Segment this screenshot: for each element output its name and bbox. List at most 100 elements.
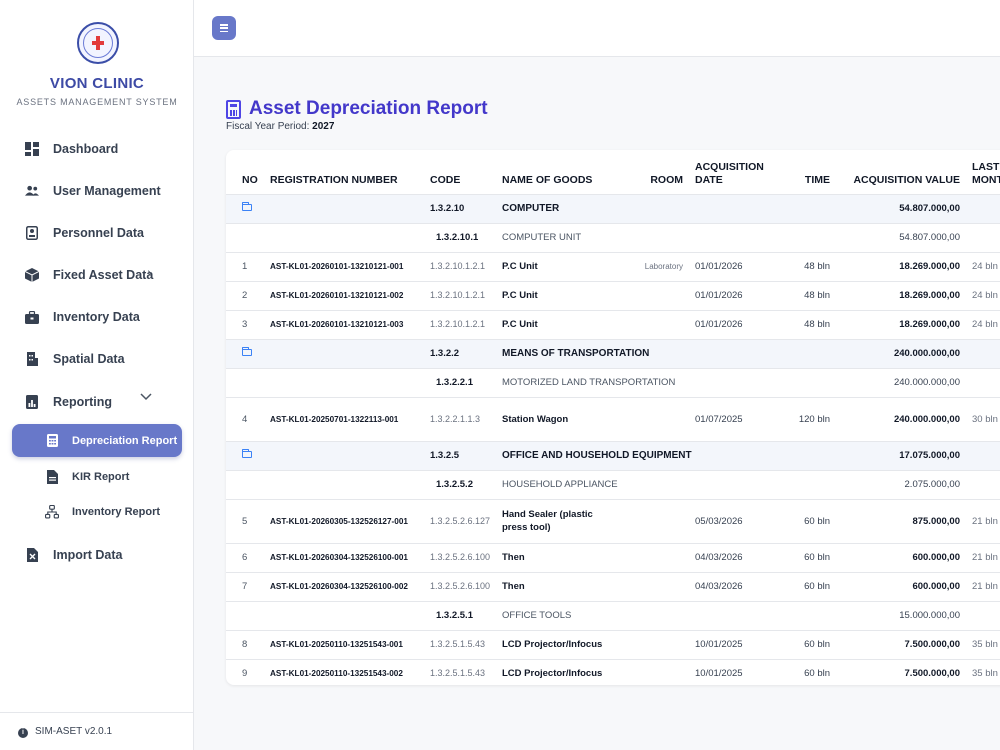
- excel-file-icon: [25, 548, 39, 562]
- table-row[interactable]: 6 AST-KL01-20260304-132526100-001 1.3.2.5.…: [226, 542, 1000, 572]
- item-name: LCD Projector/Infocus: [496, 629, 624, 659]
- table-row[interactable]: 8 AST-KL01-20250110-13251543-001 1.3.2.5.1…: [226, 629, 1000, 659]
- col-header-registration-number: REGISTRATION NUMBER: [270, 173, 398, 186]
- col-header-name-of-goods: NAME OF GOODS: [502, 173, 593, 186]
- nav-item-dashboard[interactable]: Dashboard: [0, 134, 194, 164]
- table-row[interactable]: 7 AST-KL01-20260304-132526100-002 1.3.2.5.…: [226, 571, 1000, 601]
- table-row[interactable]: 4 AST-KL01-20250701-1322113-001 1.3.2.2.1.…: [226, 396, 1000, 441]
- fiscal-year-period: Fiscal Year Period: 2027: [226, 121, 334, 132]
- useful-life: 60 bln: [784, 571, 836, 601]
- menu-toggle-button[interactable]: [212, 16, 236, 40]
- acquisition-value: 7.500.000,00: [836, 629, 966, 659]
- fiscal-label: Fiscal Year Period:: [226, 121, 310, 132]
- acquisition-value: 18.269.000,00: [836, 309, 966, 339]
- subgroup-name: MOTORIZED LAND TRANSPORTATION: [496, 367, 836, 397]
- info-icon: i: [18, 728, 28, 738]
- acquisition-date: 04/03/2026: [689, 571, 784, 601]
- table-subgroup-row: 1.3.2.5.2 HOUSEHOLD APPLIANCE 2.075.000,00: [226, 469, 1000, 499]
- nav-item-user-management[interactable]: User Management: [0, 176, 194, 206]
- nav-label: Personnel Data: [53, 226, 145, 240]
- page-title: Asset Depreciation Report: [249, 98, 488, 119]
- table-group-row[interactable]: 1.3.2.10 COMPUTER 54.807.000,00: [226, 193, 1000, 223]
- useful-life: 48 bln: [784, 309, 836, 339]
- acquisition-value: 240.000.000,00: [836, 396, 966, 441]
- col-header-acquisition-date: ACQUISITION DATE: [695, 160, 764, 186]
- nav-label: User Management: [53, 184, 161, 198]
- sub-label: Inventory Report: [72, 505, 161, 518]
- last-month: 24 bln: [966, 280, 1000, 310]
- item-name: P.C Unit: [496, 280, 624, 310]
- item-code: 1.3.2.10.1.2.1: [424, 309, 496, 339]
- folder-cell: [226, 193, 264, 223]
- last-month: 35 bln: [966, 629, 1000, 659]
- item-name: P.C Unit: [496, 309, 624, 339]
- folder-icon[interactable]: [242, 347, 252, 356]
- fiscal-year: 2027: [312, 121, 335, 132]
- useful-life: 60 bln: [784, 542, 836, 572]
- table-subgroup-row: 1.3.2.5.1 OFFICE TOOLS 15.000.000,00: [226, 600, 1000, 630]
- subgroup-code: 1.3.2.10.1: [424, 222, 496, 252]
- empty-cell: [264, 440, 424, 470]
- item-name: P.C Unit: [496, 251, 624, 281]
- nav-item-spatial-data[interactable]: Spatial Data: [0, 344, 194, 374]
- empty-cell: [966, 338, 1000, 368]
- document-icon: [45, 469, 59, 484]
- table-subgroup-row: 1.3.2.2.1 MOTORIZED LAND TRANSPORTATION 24…: [226, 367, 1000, 397]
- table-row[interactable]: 5 AST-KL01-20260305-132526127-001 1.3.2.5.…: [226, 498, 1000, 543]
- sidebar-item-kir-report[interactable]: KIR Report: [12, 460, 182, 493]
- nav-label: Dashboard: [53, 142, 119, 156]
- useful-life: 60 bln: [784, 498, 836, 543]
- folder-icon[interactable]: [242, 449, 252, 458]
- group-code: 1.3.2.10: [424, 193, 496, 223]
- table-subgroup-row: 1.3.2.10.1 COMPUTER UNIT 54.807.000,00: [226, 222, 1000, 252]
- table-group-row[interactable]: 1.3.2.2 MEANS OF TRANSPORTATION 240.000.00…: [226, 338, 1000, 368]
- id-card-icon: [25, 226, 39, 240]
- subgroup-value: 54.807.000,00: [836, 222, 966, 252]
- useful-life: 48 bln: [784, 280, 836, 310]
- empty-cell: [226, 367, 264, 397]
- empty-cell: [966, 469, 1000, 499]
- table-body: 1.3.2.10 COMPUTER 54.807.000,00 1.3.2.10.1 C…: [226, 193, 1000, 685]
- last-month: 35 bln: [966, 658, 1000, 685]
- useful-life: 48 bln: [784, 251, 836, 281]
- col-header-acquisition-value: ACQUISITION VALUE: [853, 173, 960, 186]
- sidebar-item-inventory-report[interactable]: Inventory Report: [12, 495, 182, 528]
- col-header-code: CODE: [430, 173, 461, 186]
- nav-item-inventory-data[interactable]: Inventory Data: [0, 302, 194, 332]
- table-group-row[interactable]: 1.3.2.5 OFFICE AND HOUSEHOLD EQUIPMENT 17.…: [226, 440, 1000, 470]
- nav-item-import-data[interactable]: Import Data: [0, 540, 194, 570]
- sidebar-item-depreciation-report[interactable]: Depreciation Report: [12, 424, 182, 457]
- col-header-time: TIME: [804, 173, 830, 186]
- empty-cell: [264, 338, 424, 368]
- registration-number: AST-KL01-20250110-13251543-002: [264, 658, 424, 685]
- table-row[interactable]: 2 AST-KL01-20260101-13210121-002 1.3.2.10.…: [226, 280, 1000, 310]
- dashboard-icon: [25, 142, 39, 156]
- page-header: Asset Depreciation Report: [226, 98, 488, 120]
- subgroup-value: 2.075.000,00: [836, 469, 966, 499]
- nav-item-reporting[interactable]: Reporting: [0, 387, 194, 417]
- registration-number: AST-KL01-20260305-132526127-001: [264, 498, 424, 543]
- table-row[interactable]: 1 AST-KL01-20260101-13210121-001 1.3.2.10.…: [226, 251, 1000, 281]
- folder-icon[interactable]: [242, 202, 252, 211]
- acquisition-value: 875.000,00: [836, 498, 966, 543]
- nav-item-fixed-asset-data[interactable]: Fixed Asset Data ›: [0, 260, 194, 290]
- empty-cell: [966, 440, 1000, 470]
- group-name: OFFICE AND HOUSEHOLD EQUIPMENT: [496, 440, 836, 470]
- acquisition-value: 600.000,00: [836, 571, 966, 601]
- nav-item-personnel-data[interactable]: Personnel Data: [0, 218, 194, 248]
- acquisition-date: 10/01/2025: [689, 629, 784, 659]
- row-number: 3: [226, 309, 264, 339]
- calculator-icon: [45, 434, 59, 448]
- empty-cell: [966, 367, 1000, 397]
- row-number: 8: [226, 629, 264, 659]
- empty-cell: [264, 469, 424, 499]
- acquisition-date: 01/01/2026: [689, 251, 784, 281]
- item-code: 1.3.2.5.1.5.43: [424, 658, 496, 685]
- subgroup-code: 1.3.2.5.2: [424, 469, 496, 499]
- group-code: 1.3.2.2: [424, 338, 496, 368]
- item-code: 1.3.2.5.1.5.43: [424, 629, 496, 659]
- table-row[interactable]: 3 AST-KL01-20260101-13210121-003 1.3.2.10.…: [226, 309, 1000, 339]
- group-value: 54.807.000,00: [836, 193, 966, 223]
- table-row[interactable]: 9 AST-KL01-20250110-13251543-002 1.3.2.5.1…: [226, 658, 1000, 685]
- nav-label: Reporting: [53, 395, 113, 409]
